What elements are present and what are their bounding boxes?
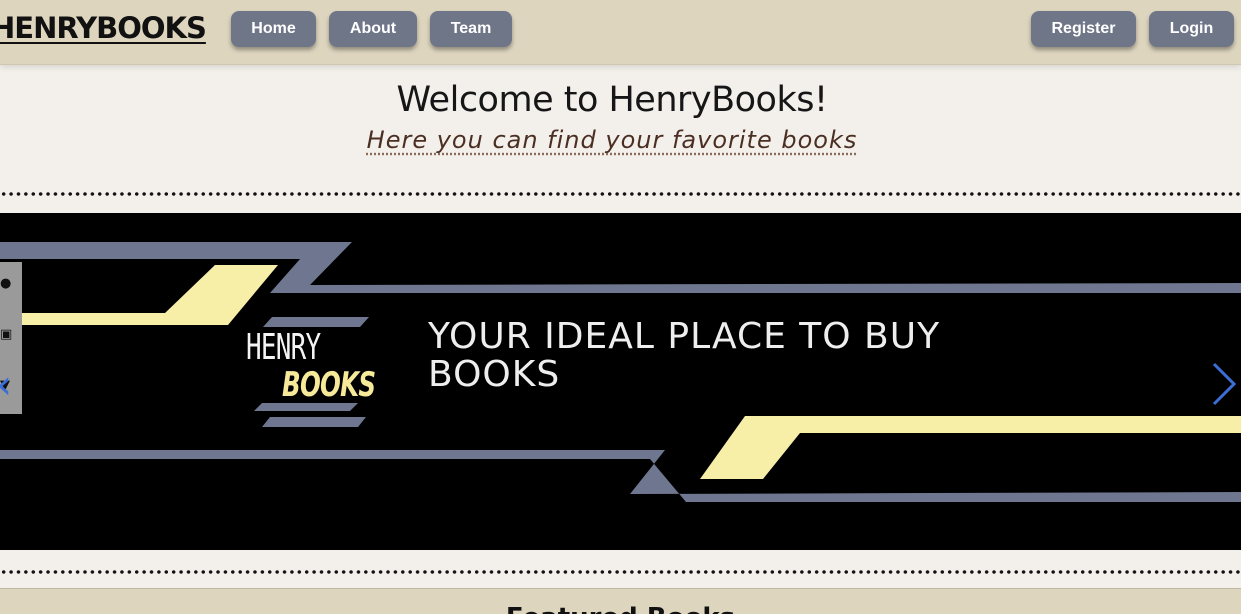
- banner-logo-henry: HENRY: [246, 327, 321, 368]
- instagram-icon[interactable]: ▣: [0, 327, 12, 343]
- banner-tagline-line1: YOUR IDEAL PLACE TO BUY: [428, 316, 941, 357]
- slate-stripe-top: [0, 242, 1241, 293]
- featured-title: Featured Books: [0, 603, 1241, 614]
- dotted-divider-top: [0, 191, 1241, 197]
- welcome-subtitle-text: Here you can find your favorite books: [366, 126, 858, 154]
- featured-section: Featured Books: [0, 588, 1241, 614]
- logo-bar-bottom: [262, 417, 366, 427]
- brand-logo-link[interactable]: HENRYBOOKS: [0, 11, 207, 45]
- navbar: HENRYBOOKS Home About Team Register Logi…: [0, 0, 1241, 65]
- logo-bar-top: [263, 317, 369, 327]
- yellow-stripe-top: [0, 265, 278, 325]
- pinterest-icon[interactable]: ●: [0, 276, 11, 292]
- team-button[interactable]: Team: [430, 11, 512, 47]
- welcome-title: Welcome to HenryBooks!: [396, 80, 829, 120]
- banner-tagline-line2: BOOKS: [428, 354, 561, 395]
- login-button[interactable]: Login: [1149, 11, 1234, 47]
- welcome-subtitle: Here you can find your favorite books: [0, 126, 1224, 154]
- slate-stripe-bottom: [0, 450, 1241, 502]
- chevron-right-icon[interactable]: [1212, 362, 1237, 406]
- register-button[interactable]: Register: [1031, 11, 1136, 47]
- banner-tagline: YOUR IDEAL PLACE TO BUY BOOKS: [428, 318, 948, 394]
- yellow-stripe-bottom: [700, 416, 1241, 479]
- about-button[interactable]: About: [329, 11, 417, 47]
- dotted-divider-bottom: [0, 569, 1241, 575]
- home-button[interactable]: Home: [231, 11, 316, 47]
- hero-banner-carousel[interactable]: HENRY BOOKS YOUR IDEAL PLACE TO BUY BOOK…: [0, 213, 1241, 550]
- chevron-left-icon[interactable]: ‹: [0, 362, 12, 408]
- banner-logo-books: BOOKS: [282, 365, 376, 405]
